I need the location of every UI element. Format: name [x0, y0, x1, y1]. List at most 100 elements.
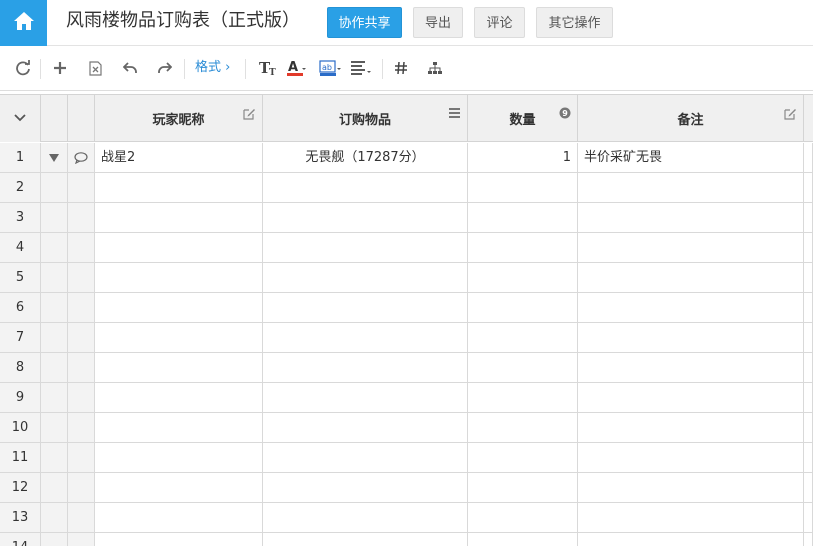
row-expand-cell[interactable]: [41, 383, 68, 412]
row-expand-cell[interactable]: [41, 173, 68, 202]
cell-note[interactable]: [578, 203, 804, 232]
redo-icon[interactable]: [155, 57, 175, 79]
cell-qty[interactable]: 1: [468, 143, 578, 172]
column-header-player[interactable]: 玩家昵称: [95, 95, 263, 142]
row-comment-cell[interactable]: [68, 233, 95, 262]
font-size-icon[interactable]: TT: [258, 57, 280, 79]
row-comment-cell[interactable]: [68, 503, 95, 532]
row-comment-cell[interactable]: [68, 173, 95, 202]
edit-icon[interactable]: [784, 107, 797, 124]
hierarchy-icon[interactable]: [426, 57, 444, 79]
row-expand-cell[interactable]: [41, 233, 68, 262]
cell-player[interactable]: [95, 503, 263, 532]
list-icon[interactable]: [448, 107, 461, 123]
cell-player[interactable]: [95, 533, 263, 546]
cell-qty[interactable]: [468, 293, 578, 322]
cell-note[interactable]: [578, 503, 804, 532]
cell-qty[interactable]: [468, 323, 578, 352]
align-icon[interactable]: [349, 57, 373, 79]
row-expand-cell[interactable]: [41, 533, 68, 546]
cell-player[interactable]: [95, 173, 263, 202]
cell-item[interactable]: [263, 413, 468, 442]
cell-qty[interactable]: [468, 233, 578, 262]
row-expand-cell[interactable]: [41, 413, 68, 442]
row-expand-cell[interactable]: [41, 503, 68, 532]
cell-item[interactable]: [263, 383, 468, 412]
row-comment-cell[interactable]: [68, 203, 95, 232]
cell-note[interactable]: [578, 233, 804, 262]
row-comment-cell[interactable]: [68, 473, 95, 502]
cell-item[interactable]: [263, 173, 468, 202]
cell-note[interactable]: [578, 293, 804, 322]
row-comment-cell[interactable]: [68, 293, 95, 322]
cell-note[interactable]: [578, 383, 804, 412]
row-expand-cell[interactable]: [41, 323, 68, 352]
more-actions-button[interactable]: 其它操作: [536, 7, 613, 38]
cell-qty[interactable]: [468, 533, 578, 546]
cell-player[interactable]: [95, 383, 263, 412]
row-comment-cell[interactable]: [68, 143, 95, 172]
cell-player[interactable]: [95, 233, 263, 262]
cell-note[interactable]: [578, 263, 804, 292]
cell-player[interactable]: [95, 323, 263, 352]
row-comment-cell[interactable]: [68, 353, 95, 382]
edit-icon[interactable]: [243, 107, 256, 124]
comment-button[interactable]: 评论: [474, 7, 525, 38]
row-expand-cell[interactable]: [41, 293, 68, 322]
format-menu[interactable]: 格式 ›: [195, 59, 230, 77]
row-comment-cell[interactable]: [68, 263, 95, 292]
cell-item[interactable]: 无畏舰（17287分）: [263, 143, 468, 172]
undo-icon[interactable]: [120, 57, 140, 79]
cell-note[interactable]: [578, 353, 804, 382]
row-expand-cell[interactable]: [41, 263, 68, 292]
cell-item[interactable]: [263, 323, 468, 352]
triangle-down-icon[interactable]: [41, 143, 67, 172]
font-color-icon[interactable]: A: [285, 57, 307, 79]
row-expand-cell[interactable]: [41, 203, 68, 232]
cell-item[interactable]: [263, 353, 468, 382]
select-all-toggle[interactable]: [0, 95, 41, 142]
cell-qty[interactable]: [468, 443, 578, 472]
cell-player[interactable]: [95, 203, 263, 232]
row-comment-cell[interactable]: [68, 533, 95, 546]
row-comment-cell[interactable]: [68, 443, 95, 472]
cell-qty[interactable]: [468, 503, 578, 532]
row-comment-cell[interactable]: [68, 323, 95, 352]
cell-qty[interactable]: [468, 173, 578, 202]
cell-player[interactable]: 战星2: [95, 143, 263, 172]
home-button[interactable]: [0, 0, 47, 46]
refresh-icon[interactable]: [13, 57, 33, 79]
row-expand-cell[interactable]: [41, 353, 68, 382]
column-header-item[interactable]: 订购物品: [263, 95, 468, 142]
column-header-qty[interactable]: 数量 9: [468, 95, 578, 142]
row-expand-cell[interactable]: [41, 473, 68, 502]
cell-item[interactable]: [263, 473, 468, 502]
fill-color-icon[interactable]: ab: [318, 57, 342, 79]
cell-note[interactable]: [578, 473, 804, 502]
cell-item[interactable]: [263, 233, 468, 262]
cell-item[interactable]: [263, 263, 468, 292]
cell-qty[interactable]: [468, 203, 578, 232]
row-expand-cell[interactable]: [41, 143, 68, 172]
cell-note[interactable]: [578, 533, 804, 546]
row-comment-cell[interactable]: [68, 383, 95, 412]
cell-player[interactable]: [95, 353, 263, 382]
number-badge-icon[interactable]: 9: [559, 107, 571, 123]
row-expand-cell[interactable]: [41, 443, 68, 472]
cell-note[interactable]: 半价采矿无畏: [578, 143, 804, 172]
cell-item[interactable]: [263, 533, 468, 546]
add-icon[interactable]: [50, 57, 70, 79]
cell-item[interactable]: [263, 503, 468, 532]
cell-qty[interactable]: [468, 413, 578, 442]
cell-player[interactable]: [95, 293, 263, 322]
cell-note[interactable]: [578, 173, 804, 202]
comment-icon[interactable]: [68, 143, 94, 172]
excel-icon[interactable]: [85, 57, 105, 79]
cell-item[interactable]: [263, 293, 468, 322]
cell-item[interactable]: [263, 443, 468, 472]
cell-player[interactable]: [95, 263, 263, 292]
cell-qty[interactable]: [468, 353, 578, 382]
cell-player[interactable]: [95, 443, 263, 472]
cell-note[interactable]: [578, 323, 804, 352]
cell-player[interactable]: [95, 473, 263, 502]
